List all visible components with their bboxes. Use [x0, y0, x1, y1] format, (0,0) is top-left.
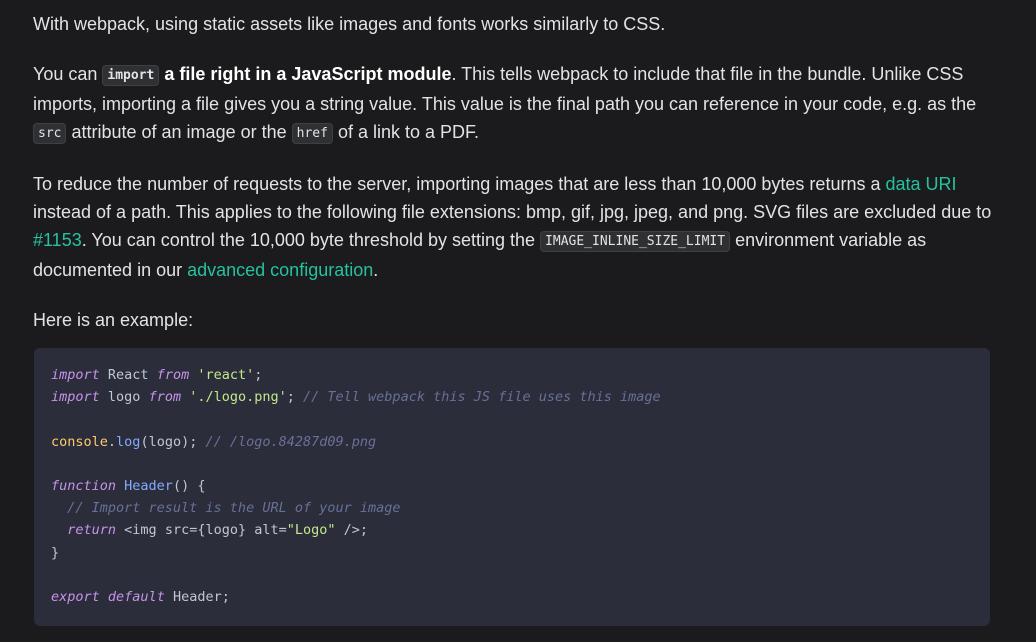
inline-code-src: src — [33, 123, 67, 144]
code-token: console — [51, 433, 108, 450]
advanced-configuration-link[interactable]: advanced configuration — [187, 260, 373, 280]
code-comment: // Tell webpack this JS file uses this i… — [303, 389, 661, 406]
code-token: <img src={logo} alt= — [116, 522, 287, 539]
code-token: />; — [335, 522, 369, 539]
code-token: . — [107, 433, 117, 450]
strong-import: import a file right in a JavaScript modu… — [102, 64, 452, 86]
inline-code-import: import — [102, 65, 160, 86]
data-uri-link[interactable]: data URI — [885, 174, 956, 194]
code-token: React — [99, 367, 157, 383]
example-paragraph: Here is an example: — [33, 306, 993, 334]
code-token: return — [67, 522, 117, 539]
text-span: instead of a path. This applies to the f… — [33, 202, 992, 222]
code-token: (logo); — [140, 433, 206, 450]
strong-text: a file right in a JavaScript module — [159, 64, 452, 84]
code-token: log — [116, 433, 141, 450]
example-text: Here is an example: — [33, 310, 194, 330]
code-token: } — [51, 544, 60, 561]
code-token: from — [156, 367, 190, 383]
code-content: import React from 'react'; import logo f… — [34, 348, 990, 624]
doc-content: With webpack, using static assets like i… — [33, 10, 993, 356]
code-token: ; — [254, 367, 263, 383]
code-comment: // /logo.84287d09.png — [205, 433, 377, 450]
inline-code-href: href — [291, 123, 333, 144]
code-token: './logo.png' — [189, 389, 287, 406]
code-token: function — [51, 478, 117, 495]
intro-text: With webpack, using static assets like i… — [33, 14, 666, 34]
code-token: "Logo" — [286, 522, 336, 539]
code-comment: // Import result is the URL of your imag… — [51, 500, 401, 517]
inline-code-env-var: IMAGE_INLINE_SIZE_LIMIT — [540, 231, 731, 252]
code-token: Header; — [164, 589, 230, 606]
code-token: from — [148, 389, 182, 406]
code-token: () { — [172, 478, 206, 495]
code-token: ; — [286, 389, 304, 406]
text-span: of a link to a PDF. — [332, 122, 480, 142]
code-token: import — [51, 367, 100, 383]
text-span: You can — [33, 64, 103, 84]
code-token: import — [51, 389, 100, 406]
code-token: 'react' — [197, 367, 255, 383]
code-token: export — [51, 589, 100, 606]
text-span: To reduce the number of requests to the … — [33, 174, 886, 194]
text-span: . — [373, 260, 379, 280]
code-token: default — [107, 589, 165, 606]
intro-paragraph: With webpack, using static assets like i… — [33, 10, 993, 38]
inline-size-paragraph: To reduce the number of requests to the … — [33, 170, 993, 284]
text-span: attribute of an image or the — [66, 122, 292, 142]
issue-1153-link[interactable]: #1153 — [33, 230, 82, 250]
code-token: logo — [99, 389, 149, 406]
code-token: Header — [124, 478, 173, 495]
text-span: . You can control the 10,000 byte thresh… — [81, 230, 541, 250]
code-block[interactable]: import React from 'react'; import logo f… — [34, 348, 990, 626]
import-paragraph: You can import a file right in a JavaScr… — [33, 60, 993, 148]
